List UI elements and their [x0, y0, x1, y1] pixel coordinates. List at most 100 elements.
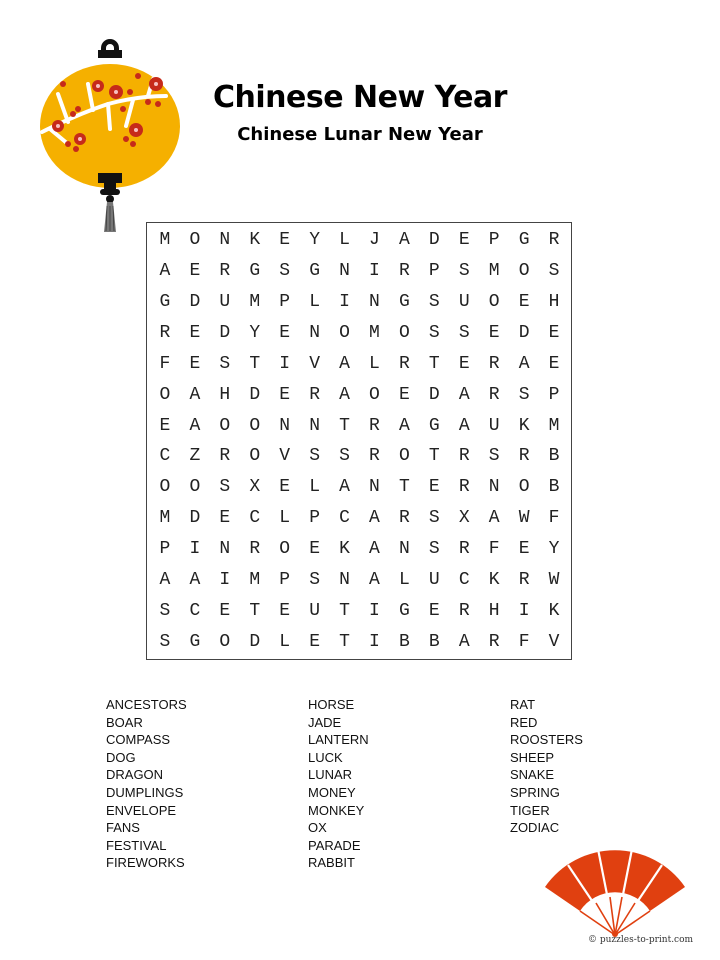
grid-cell[interactable]: S [449, 318, 479, 349]
grid-cell[interactable]: U [449, 287, 479, 318]
grid-cell[interactable]: H [479, 595, 509, 626]
grid-cell[interactable]: D [419, 225, 449, 256]
grid-cell[interactable]: R [449, 534, 479, 565]
grid-cell[interactable]: A [360, 564, 390, 595]
grid-cell[interactable]: U [300, 595, 330, 626]
grid-cell[interactable]: N [360, 472, 390, 503]
grid-cell[interactable]: S [509, 379, 539, 410]
grid-cell[interactable]: A [150, 564, 180, 595]
grid-cell[interactable]: I [360, 595, 390, 626]
grid-cell[interactable]: E [210, 595, 240, 626]
grid-cell[interactable]: G [240, 256, 270, 287]
grid-cell[interactable]: N [300, 318, 330, 349]
grid-cell[interactable]: G [300, 256, 330, 287]
grid-cell[interactable]: B [539, 441, 569, 472]
grid-cell[interactable]: S [150, 626, 180, 657]
grid-cell[interactable]: C [449, 564, 479, 595]
grid-cell[interactable]: N [360, 287, 390, 318]
grid-cell[interactable]: T [330, 626, 360, 657]
grid-cell[interactable]: N [479, 472, 509, 503]
grid-cell[interactable]: O [389, 441, 419, 472]
grid-cell[interactable]: E [150, 410, 180, 441]
grid-cell[interactable]: E [300, 626, 330, 657]
grid-cell[interactable]: T [240, 595, 270, 626]
grid-cell[interactable]: G [389, 287, 419, 318]
grid-cell[interactable]: K [539, 595, 569, 626]
grid-cell[interactable]: E [539, 348, 569, 379]
grid-cell[interactable]: N [210, 534, 240, 565]
grid-cell[interactable]: S [210, 348, 240, 379]
grid-cell[interactable]: R [360, 410, 390, 441]
grid-cell[interactable]: O [270, 534, 300, 565]
grid-cell[interactable]: O [509, 472, 539, 503]
grid-cell[interactable]: M [360, 318, 390, 349]
grid-cell[interactable]: I [509, 595, 539, 626]
grid-cell[interactable]: E [449, 225, 479, 256]
grid-cell[interactable]: O [389, 318, 419, 349]
grid-cell[interactable]: E [270, 595, 300, 626]
grid-cell[interactable]: O [479, 287, 509, 318]
grid-cell[interactable]: E [270, 318, 300, 349]
grid-cell[interactable]: V [270, 441, 300, 472]
grid-cell[interactable]: P [419, 256, 449, 287]
grid-cell[interactable]: L [330, 225, 360, 256]
grid-cell[interactable]: R [360, 441, 390, 472]
grid-cell[interactable]: S [449, 256, 479, 287]
grid-cell[interactable]: N [270, 410, 300, 441]
grid-cell[interactable]: O [360, 379, 390, 410]
grid-cell[interactable]: E [419, 472, 449, 503]
grid-cell[interactable]: H [539, 287, 569, 318]
grid-cell[interactable]: O [180, 472, 210, 503]
grid-cell[interactable]: S [479, 441, 509, 472]
grid-cell[interactable]: M [150, 503, 180, 534]
grid-cell[interactable]: L [270, 626, 300, 657]
grid-cell[interactable]: M [479, 256, 509, 287]
grid-cell[interactable]: R [150, 318, 180, 349]
grid-cell[interactable]: K [509, 410, 539, 441]
grid-cell[interactable]: I [270, 348, 300, 379]
grid-cell[interactable]: A [449, 410, 479, 441]
grid-cell[interactable]: V [300, 348, 330, 379]
grid-cell[interactable]: Y [300, 225, 330, 256]
grid-cell[interactable]: E [300, 534, 330, 565]
grid-cell[interactable]: Y [240, 318, 270, 349]
grid-cell[interactable]: W [509, 503, 539, 534]
grid-cell[interactable]: L [270, 503, 300, 534]
grid-cell[interactable]: N [300, 410, 330, 441]
grid-cell[interactable]: E [270, 225, 300, 256]
copyright-text[interactable]: © puzzles-to-print.com [588, 935, 693, 945]
grid-cell[interactable]: T [389, 472, 419, 503]
grid-cell[interactable]: O [509, 256, 539, 287]
grid-cell[interactable]: O [210, 626, 240, 657]
grid-cell[interactable]: O [150, 472, 180, 503]
grid-cell[interactable]: R [449, 441, 479, 472]
grid-cell[interactable]: D [210, 318, 240, 349]
grid-cell[interactable]: K [479, 564, 509, 595]
grid-cell[interactable]: T [419, 441, 449, 472]
grid-cell[interactable]: V [539, 626, 569, 657]
grid-cell[interactable]: R [479, 379, 509, 410]
word-search-grid[interactable]: MONKEYLJADEPGRAERGSGNIRPSMOSGDUMPLINGSUO… [146, 222, 572, 660]
grid-cell[interactable]: E [180, 348, 210, 379]
grid-cell[interactable]: D [180, 503, 210, 534]
grid-cell[interactable]: E [509, 534, 539, 565]
grid-cell[interactable]: F [539, 503, 569, 534]
grid-cell[interactable]: R [479, 348, 509, 379]
grid-cell[interactable]: A [449, 379, 479, 410]
grid-cell[interactable]: E [180, 318, 210, 349]
grid-cell[interactable]: A [330, 348, 360, 379]
grid-cell[interactable]: R [539, 225, 569, 256]
grid-cell[interactable]: T [330, 410, 360, 441]
grid-cell[interactable]: L [389, 564, 419, 595]
grid-cell[interactable]: A [360, 503, 390, 534]
grid-cell[interactable]: P [150, 534, 180, 565]
grid-cell[interactable]: S [300, 441, 330, 472]
grid-cell[interactable]: J [360, 225, 390, 256]
grid-cell[interactable]: U [479, 410, 509, 441]
grid-cell[interactable]: T [330, 595, 360, 626]
grid-cell[interactable]: N [330, 564, 360, 595]
grid-cell[interactable]: A [150, 256, 180, 287]
grid-cell[interactable]: E [479, 318, 509, 349]
grid-cell[interactable]: R [389, 256, 419, 287]
grid-cell[interactable]: X [449, 503, 479, 534]
